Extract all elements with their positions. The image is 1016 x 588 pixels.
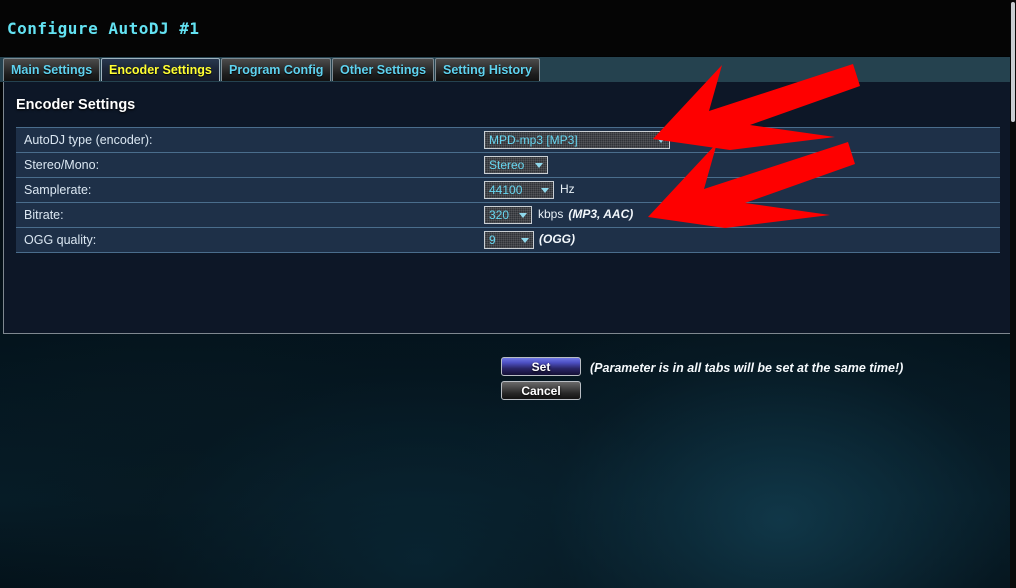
- table-row: Bitrate: 320 kbps (MP3, AAC): [16, 202, 1000, 228]
- chevron-down-icon: [535, 163, 543, 168]
- chevron-down-icon: [541, 188, 549, 193]
- encoder-settings-panel: Encoder Settings AutoDJ type (encoder): M…: [3, 82, 1013, 400]
- select-samplerate[interactable]: 44100: [484, 181, 554, 199]
- tab-setting-history[interactable]: Setting History: [435, 58, 540, 81]
- table-row: Stereo/Mono: Stereo: [16, 152, 1000, 178]
- unit-label: Hz: [560, 182, 575, 197]
- row-label: OGG quality:: [16, 227, 481, 253]
- scrollbar-thumb[interactable]: [1011, 2, 1015, 122]
- select-value: 44100: [489, 183, 523, 197]
- hint-label: (MP3, AAC): [568, 207, 634, 222]
- row-label: Stereo/Mono:: [16, 152, 481, 178]
- row-control-cell: MPD-mp3 [MP3]: [481, 127, 1000, 153]
- unit-label: kbps: [538, 207, 564, 222]
- section-title: Encoder Settings: [16, 97, 136, 113]
- page-header-strip: Configure AutoDJ #1: [0, 0, 1016, 56]
- chevron-down-icon: [521, 238, 529, 243]
- page-scrollbar[interactable]: [1010, 0, 1016, 588]
- select-autodj-type-encoder[interactable]: MPD-mp3 [MP3]: [484, 131, 670, 149]
- select-value: 9: [489, 233, 496, 247]
- page-title: Configure AutoDJ #1: [7, 19, 200, 38]
- row-control-cell: 320 kbps (MP3, AAC): [481, 202, 1000, 228]
- select-value: Stereo: [489, 158, 525, 172]
- tab-main-settings[interactable]: Main Settings: [3, 58, 100, 81]
- row-label: Samplerate:: [16, 177, 481, 203]
- row-label: AutoDJ type (encoder):: [16, 127, 481, 153]
- table-row: OGG quality: 9 (OGG): [16, 227, 1000, 253]
- row-control-cell: Stereo: [481, 152, 1000, 178]
- select-value: 320: [489, 208, 510, 222]
- tab-other-settings[interactable]: Other Settings: [332, 58, 434, 81]
- select-stereo-mono[interactable]: Stereo: [484, 156, 548, 174]
- select-value: MPD-mp3 [MP3]: [489, 133, 578, 147]
- table-row: AutoDJ type (encoder): MPD-mp3 [MP3]: [16, 127, 1000, 153]
- buttons-note: (Parameter is in all tabs will be set at…: [590, 361, 904, 375]
- hint-label: (OGG): [539, 232, 575, 247]
- chevron-down-icon: [519, 213, 527, 218]
- cancel-button[interactable]: Cancel: [501, 381, 581, 400]
- row-label: Bitrate:: [16, 202, 481, 228]
- row-control-cell: 44100 Hz: [481, 177, 1000, 203]
- button-group: Set Cancel: [501, 357, 581, 405]
- set-button[interactable]: Set: [501, 357, 581, 376]
- tab-encoder-settings[interactable]: Encoder Settings: [101, 58, 220, 81]
- select-bitrate[interactable]: 320: [484, 206, 532, 224]
- tab-bar: Main Settings Encoder Settings Program Con…: [0, 57, 1016, 82]
- chevron-down-icon: [657, 138, 665, 143]
- table-row: Samplerate: 44100 Hz: [16, 177, 1000, 203]
- tab-program-config[interactable]: Program Config: [221, 58, 331, 81]
- encoder-settings-table: AutoDJ type (encoder): MPD-mp3 [MP3] Stere…: [16, 127, 1000, 253]
- row-control-cell: 9 (OGG): [481, 227, 1000, 253]
- select-ogg-quality[interactable]: 9: [484, 231, 534, 249]
